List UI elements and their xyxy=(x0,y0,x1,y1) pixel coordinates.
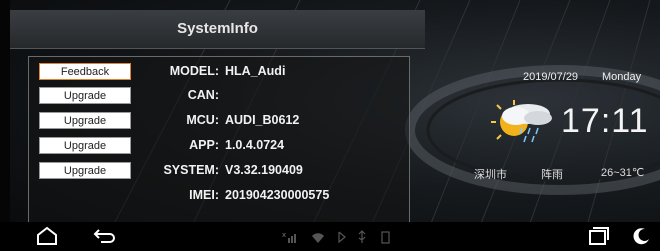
mcu-value: AUDI_B0612 xyxy=(225,113,300,127)
recent-apps-icon[interactable] xyxy=(588,226,610,246)
app-label: APP: xyxy=(189,138,219,152)
info-row-system: SYSTEM: V3.32.190409 xyxy=(129,163,399,181)
status-icons: x xyxy=(282,230,390,244)
weekday-text: Monday xyxy=(602,71,642,83)
upgrade-button-2[interactable]: Upgrade xyxy=(39,112,131,129)
system-label: SYSTEM: xyxy=(163,163,219,177)
feedback-button[interactable]: Feedback xyxy=(39,63,131,80)
weather-condition: 阵雨 xyxy=(541,169,563,181)
day-night-mode-icon[interactable] xyxy=(632,226,652,246)
model-value: HLA_Audi xyxy=(225,64,286,78)
system-value: V3.32.190409 xyxy=(225,163,303,177)
can-label: CAN: xyxy=(187,88,219,102)
model-label: MODEL: xyxy=(169,64,219,78)
navigation-bar: x xyxy=(0,222,660,251)
upgrade-button-4[interactable]: Upgrade xyxy=(39,162,131,179)
screen: SystemInfo Feedback Upgrade Upgrade Upgr… xyxy=(0,0,660,251)
mcu-label: MCU: xyxy=(186,113,219,127)
home-icon[interactable] xyxy=(36,226,58,246)
rain-shower-weather-icon xyxy=(491,100,552,143)
info-row-can: CAN: xyxy=(129,88,399,106)
info-row-imei: IMEI: 201904230000575 xyxy=(129,188,399,206)
info-row-mcu: MCU: AUDI_B0612 xyxy=(129,113,399,131)
back-icon[interactable] xyxy=(93,226,117,246)
imei-value: 201904230000575 xyxy=(225,188,330,202)
temperature-range: 26~31℃ xyxy=(601,167,645,179)
upgrade-button-1[interactable]: Upgrade xyxy=(39,87,131,104)
svg-text:x: x xyxy=(282,231,286,239)
title-bar: SystemInfo xyxy=(10,10,425,49)
info-row-model: MODEL: HLA_Audi xyxy=(129,64,399,82)
page-title: SystemInfo xyxy=(177,20,258,37)
city-name: 深圳市 xyxy=(474,169,507,181)
imei-label: IMEI: xyxy=(189,188,219,202)
info-row-app: APP: 1.0.4.0724 xyxy=(129,138,399,156)
clock-time: 17:11 xyxy=(561,102,649,140)
system-info-panel: Feedback Upgrade Upgrade Upgrade Upgrade… xyxy=(28,56,410,228)
left-edge xyxy=(0,0,10,251)
date-text: 2019/07/29 xyxy=(523,71,579,83)
upgrade-button-3[interactable]: Upgrade xyxy=(39,137,131,154)
app-value: 1.0.4.0724 xyxy=(225,138,285,152)
